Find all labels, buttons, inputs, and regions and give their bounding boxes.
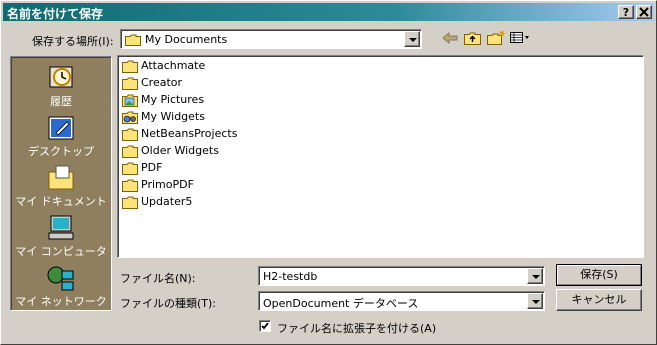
place-desktop[interactable]: デスクトップ — [11, 113, 111, 163]
place-label: デスクトップ — [28, 145, 94, 158]
filename-label: ファイル名(N): — [120, 272, 196, 285]
filetype-label: ファイルの種類(T): — [120, 297, 217, 310]
pictures-folder-icon — [122, 94, 138, 107]
filetype-dropdown-button[interactable] — [527, 293, 543, 309]
folder-icon — [122, 60, 138, 73]
lookin-label: 保存する場所(I): — [32, 35, 114, 48]
up-folder-button[interactable] — [463, 30, 485, 48]
view-menu-button[interactable] — [509, 30, 531, 48]
back-button[interactable] — [440, 30, 462, 48]
place-label: 履歴 — [50, 95, 72, 108]
title-bar[interactable]: 名前を付けて保存 ? — [3, 3, 654, 21]
save-button-label: 保存(S) — [580, 268, 618, 281]
file-name: Attachmate — [141, 59, 206, 72]
file-name: PDF — [141, 161, 163, 174]
place-label: マイ ドキュメント — [15, 195, 107, 208]
close-icon — [639, 7, 649, 17]
place-my-network[interactable]: マイ ネットワーク — [11, 263, 111, 313]
chevron-down-icon — [532, 300, 540, 304]
folder-icon — [122, 179, 138, 192]
place-label: マイ ネットワーク — [15, 295, 107, 308]
file-name: Creator — [141, 76, 183, 89]
place-history[interactable]: 履歴 — [11, 63, 111, 113]
filename-input[interactable]: H2-testdb — [258, 266, 545, 286]
lookin-dropdown-button[interactable] — [404, 31, 420, 47]
new-folder-button[interactable] — [486, 30, 508, 48]
folder-icon — [122, 77, 138, 90]
widgets-folder-icon — [122, 111, 138, 124]
file-list[interactable]: Attachmate Creator My Pictures My Widget… — [117, 55, 644, 258]
lookin-combo[interactable]: My Documents — [120, 29, 422, 49]
file-name: My Pictures — [141, 93, 205, 106]
place-label: マイ コンピュータ — [15, 245, 107, 258]
history-icon — [49, 66, 73, 88]
chevron-down-icon — [409, 38, 417, 42]
save-button[interactable]: 保存(S) — [556, 264, 642, 286]
close-button[interactable] — [636, 5, 652, 19]
folder-icon — [122, 145, 138, 158]
checkmark-icon — [261, 322, 269, 330]
my-network-icon — [47, 266, 74, 291]
cancel-button[interactable]: キャンセル — [556, 289, 642, 311]
folder-icon — [122, 196, 138, 209]
dialog-title: 名前を付けて保存 — [7, 7, 104, 21]
up-folder-icon — [464, 32, 481, 45]
filetype-select[interactable]: OpenDocument データベース — [258, 291, 545, 311]
file-name: PrimoPDF — [141, 178, 194, 191]
filename-dropdown-button[interactable] — [527, 268, 543, 284]
filename-value: H2-testdb — [263, 270, 318, 283]
lookin-value: My Documents — [145, 33, 228, 46]
file-name: My Widgets — [141, 110, 205, 123]
file-name: Updater5 — [141, 195, 193, 208]
filetype-value: OpenDocument データベース — [263, 297, 419, 310]
place-my-documents[interactable]: マイ ドキュメント — [11, 163, 111, 213]
my-documents-icon — [48, 165, 74, 190]
view-menu-icon — [510, 32, 529, 43]
places-bar: 履歴 デスクトップ マイ ドキュメント マイ コンピュータ マイ ネットワーク — [10, 56, 112, 311]
desktop-icon — [48, 116, 74, 140]
extension-checkbox[interactable] — [259, 320, 271, 332]
new-folder-icon — [487, 31, 505, 45]
file-name: NetBeansProjects — [141, 127, 238, 140]
help-button[interactable]: ? — [618, 5, 634, 19]
folder-icon — [122, 162, 138, 175]
folder-icon — [125, 34, 141, 46]
folder-icon — [122, 128, 138, 141]
back-arrow-icon — [442, 31, 458, 45]
extension-checkbox-label[interactable]: ファイル名に拡張子を付ける(A) — [277, 320, 436, 336]
file-name: Older Widgets — [141, 144, 219, 157]
chevron-down-icon — [532, 275, 540, 279]
place-my-computer[interactable]: マイ コンピュータ — [11, 213, 111, 263]
my-computer-icon — [48, 215, 74, 240]
